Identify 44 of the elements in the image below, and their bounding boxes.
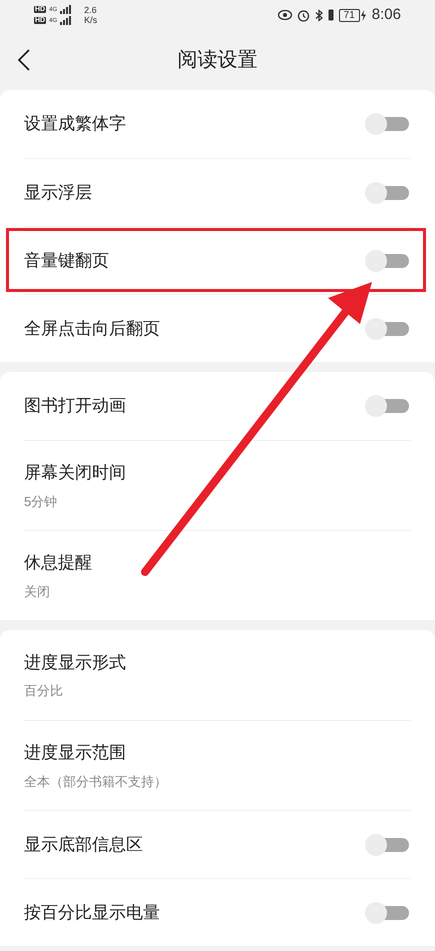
setting-title: 休息提醒 [24,552,92,574]
setting-title: 设置成繁体字 [24,113,126,136]
setting-value: 全本（部分书籍不支持） [24,772,167,790]
setting-title: 进度显示范围 [24,742,127,764]
setting-title: 屏幕关闭时间 [24,462,126,484]
toggle-switch[interactable] [365,250,409,272]
clock-time: 8:06 [372,4,401,25]
bluetooth-icon [314,8,323,22]
settings-row[interactable]: 屏幕关闭时间 5分钟 [24,440,411,530]
setting-value: 关闭 [24,582,51,600]
settings-row[interactable]: 图书打开动画 [24,372,411,440]
toggle-switch[interactable] [365,182,409,204]
toggle-switch[interactable] [365,395,409,417]
vibrate-icon [328,9,334,21]
settings-row[interactable]: 设置成繁体字 [24,90,411,158]
alarm-icon [296,8,310,22]
setting-value: 5分钟 [24,492,58,510]
settings-row[interactable]: 进度显示范围 全本（部分书籍不支持） [24,720,411,810]
settings-row[interactable]: 按百分比显示电量 [24,878,411,946]
battery-level: 71 [338,8,360,22]
settings-row[interactable]: 休息提醒 关闭 [24,530,411,620]
speed-value: 2.6 [84,5,98,15]
setting-title: 显示底部信息区 [24,834,143,856]
speed-unit: K/s [84,15,98,25]
setting-value: 百分比 [24,682,64,700]
toggle-switch[interactable] [365,902,409,924]
eye-icon [278,10,292,20]
setting-title: 显示浮层 [24,182,92,204]
signal-icon [60,16,72,25]
setting-title: 图书打开动画 [24,395,126,418]
setting-title: 全屏点击向后翻页 [24,318,160,340]
setting-title: 按百分比显示电量 [24,902,160,924]
settings-row[interactable]: 显示底部信息区 [24,810,411,878]
back-icon [18,49,30,71]
charging-icon [360,10,367,20]
toggle-switch[interactable] [365,113,409,135]
setting-title: 音量键翻页 [24,250,109,272]
setting-title: 进度显示形式 [24,652,126,674]
settings-row[interactable]: 显示浮层 [24,158,411,226]
page-title: 阅读设置 [178,48,258,73]
signal-icon [60,5,72,14]
settings-row[interactable]: 进度显示形式 百分比 [24,630,411,720]
toggle-switch[interactable] [365,318,409,340]
toggle-switch[interactable] [365,834,409,856]
